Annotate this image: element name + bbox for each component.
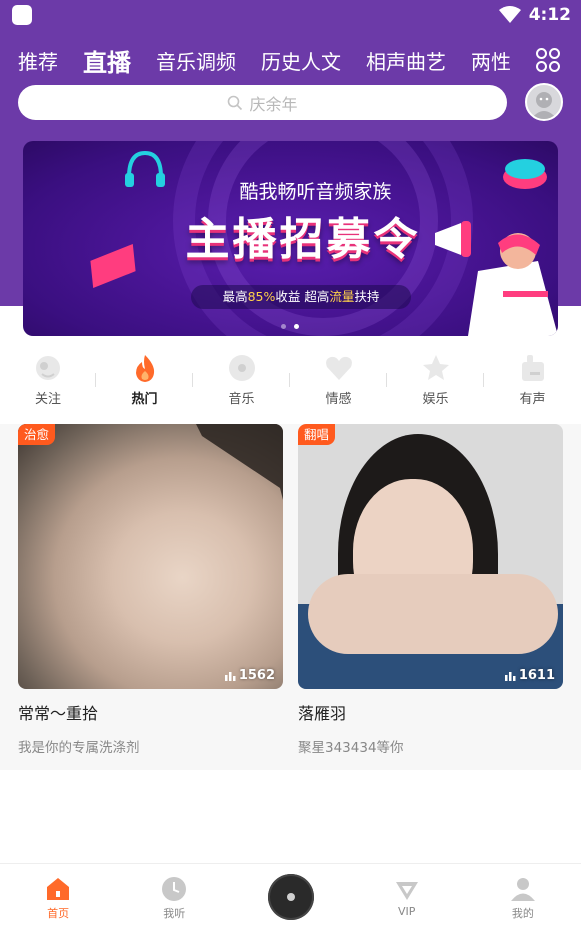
nav-listened[interactable]: 我听	[116, 864, 232, 930]
bar-chart-icon	[504, 672, 516, 681]
cover-photo-detail	[176, 424, 283, 644]
banner-dot[interactable]	[281, 324, 286, 329]
star-icon	[422, 355, 449, 380]
category-follow[interactable]: 关注	[0, 353, 97, 413]
room-title: 常常～重拾	[18, 704, 99, 723]
tab-history[interactable]: 历史人文	[261, 46, 341, 75]
live-room-cover[interactable]: 治愈 1562	[18, 424, 283, 689]
status-time: 4:12	[528, 5, 571, 25]
status-right: 4:12	[498, 5, 571, 25]
banner-person-illustration	[468, 233, 558, 336]
viewer-count-value: 1611	[518, 668, 555, 683]
vip-diamond-icon	[395, 882, 418, 900]
avatar-default-icon	[531, 92, 557, 119]
room-title: 落雁羽	[298, 704, 347, 723]
nav-profile[interactable]: 我的	[465, 864, 581, 930]
banner-decoration	[90, 243, 136, 289]
nav-label: VIP	[398, 905, 416, 918]
viewer-count: 1562	[224, 668, 275, 683]
category-tabs: 推荐 直播 音乐调频 历史人文 相声曲艺 两性	[18, 40, 528, 80]
tab-crosstalk[interactable]: 相声曲艺	[366, 46, 446, 75]
category-label: 关注	[35, 392, 62, 407]
tab-music-fm[interactable]: 音乐调频	[156, 46, 236, 75]
viewer-count-value: 1562	[238, 668, 275, 683]
search-row: 庆余年	[18, 83, 564, 121]
viewer-count: 1611	[504, 668, 555, 683]
search-input[interactable]: 庆余年	[18, 85, 507, 120]
banner-pagination	[281, 324, 299, 329]
banner-pill-middle: 收益 超高	[275, 289, 330, 304]
heart-icon	[325, 356, 352, 380]
fire-icon	[135, 355, 154, 382]
live-categories: 关注 热门 音乐 情感 娱乐 有声	[0, 353, 581, 413]
live-room-card[interactable]: 治愈 1562 常常～重拾 我是你的专属洗涤剂	[18, 424, 283, 756]
banner-pill-highlight-traffic: 流量	[329, 289, 355, 304]
status-bar: 4:12	[0, 0, 581, 32]
category-music[interactable]: 音乐	[193, 353, 291, 413]
nav-label: 我的	[511, 907, 534, 920]
banner-dot-active[interactable]	[294, 324, 299, 329]
music-disc-icon	[228, 355, 255, 381]
nav-label: 首页	[47, 907, 70, 920]
banner-benefits-pill: 最高85%收益 超高流量扶持	[191, 285, 411, 309]
wifi-icon	[498, 6, 521, 23]
room-tag: 翻唱	[298, 424, 336, 445]
category-emotion[interactable]: 情感	[290, 353, 388, 413]
category-label: 热门	[131, 392, 158, 407]
room-subtitle: 我是你的专属洗涤剂	[18, 740, 140, 756]
category-label: 娱乐	[422, 392, 449, 407]
clock-icon	[162, 877, 187, 901]
banner-subtitle: 酷我畅听音频家族	[239, 181, 392, 203]
cover-photo-detail	[308, 574, 558, 654]
radio-icon	[521, 355, 544, 381]
nav-home[interactable]: 首页	[0, 864, 116, 930]
category-label: 有声	[519, 392, 546, 407]
bar-chart-icon	[224, 672, 236, 681]
category-hot[interactable]: 热门	[96, 353, 194, 413]
live-room-grid: 治愈 1562 常常～重拾 我是你的专属洗涤剂 翻唱 1611 落雁羽 聚星34…	[0, 424, 581, 770]
category-label: 音乐	[228, 392, 255, 407]
app-notification-icon	[12, 5, 32, 25]
nav-vip[interactable]: VIP	[349, 864, 465, 930]
user-icon	[510, 878, 535, 901]
category-label: 情感	[325, 392, 352, 407]
banner-pill-highlight-revenue: 85%	[247, 289, 276, 304]
tab-live[interactable]: 直播	[83, 43, 131, 78]
home-icon	[47, 878, 70, 900]
disc-center	[286, 893, 295, 901]
disc-player-icon	[267, 874, 314, 920]
bottom-navigation: 首页 我听 VIP 我的	[0, 863, 581, 930]
category-audio[interactable]: 有声	[484, 353, 581, 413]
category-entertainment[interactable]: 娱乐	[387, 353, 485, 413]
live-room-card[interactable]: 翻唱 1611 落雁羽 聚星343434等你	[298, 424, 563, 756]
grid-menu-icon[interactable]	[535, 47, 561, 73]
search-icon	[228, 95, 243, 110]
promo-banner[interactable]: 酷我畅听音频家族 主播招募令 最高85%收益 超高流量扶持	[23, 141, 558, 336]
tab-recommend[interactable]: 推荐	[18, 46, 58, 75]
banner-title: 主播招募令	[185, 214, 421, 265]
live-room-cover[interactable]: 翻唱 1611	[298, 424, 563, 689]
room-subtitle: 聚星343434等你	[298, 740, 404, 756]
nav-player[interactable]	[232, 864, 348, 930]
avatar[interactable]	[525, 83, 563, 121]
banner-pill-prefix: 最高	[222, 289, 248, 304]
search-placeholder: 庆余年	[249, 94, 298, 114]
room-tag: 治愈	[18, 424, 56, 445]
nav-label: 我听	[163, 907, 186, 920]
follow-icon	[36, 356, 60, 380]
banner-pill-suffix: 扶持	[354, 289, 380, 304]
